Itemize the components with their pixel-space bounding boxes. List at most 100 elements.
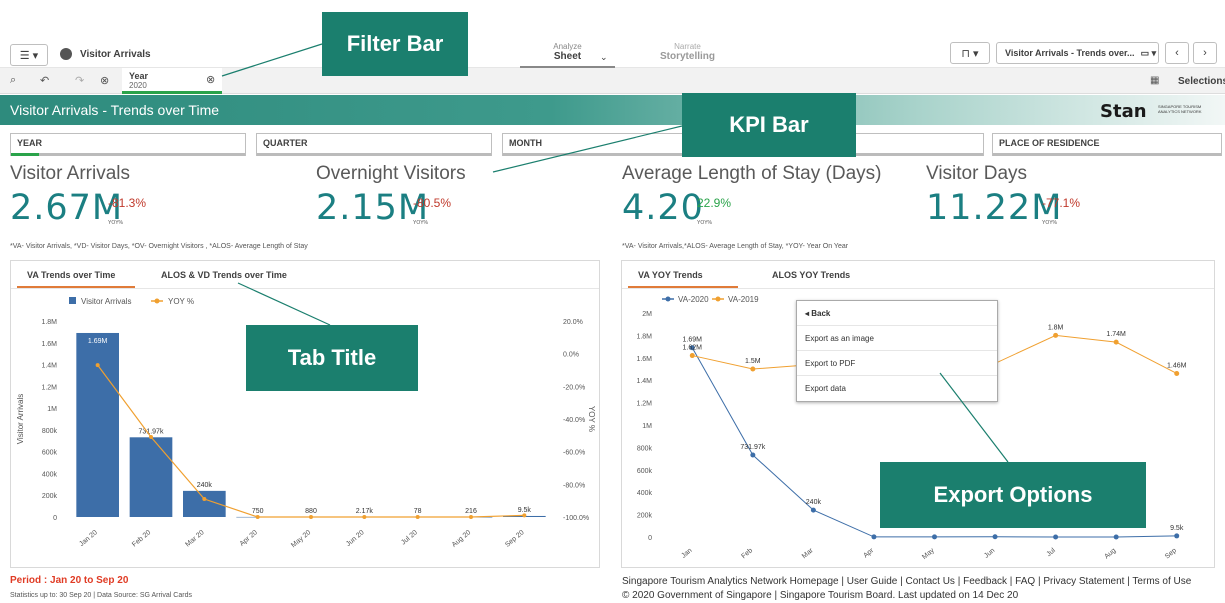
data-label: 9.5k: [1170, 525, 1184, 532]
menu-button[interactable]: ☰ ▾: [10, 44, 48, 66]
data-label: 240k: [806, 499, 822, 506]
y-tick-label: 1.8M: [41, 319, 57, 326]
smart-search-icon[interactable]: ⌕: [10, 74, 16, 87]
logo-subtitle: SINGAPORE TOURISM ANALYTICS NETWORK: [1158, 104, 1202, 114]
legend-label: VA-2019: [728, 295, 759, 304]
data-label: 2.17k: [356, 508, 374, 515]
y-tick-label: 600k: [637, 468, 653, 475]
filter-chip-year[interactable]: Year 2020 ⊗: [122, 68, 222, 94]
tab-va-trends[interactable]: VA Trends over Time: [17, 261, 135, 288]
x-tick-label: Apr 20: [239, 529, 259, 548]
menu-export-pdf[interactable]: Export to PDF: [797, 351, 997, 376]
legend-label: YOY %: [168, 297, 194, 306]
data-label: 731.97k: [139, 428, 164, 435]
kpi-yoy: YOY%: [413, 220, 429, 226]
callout-tab-title: Tab Title: [246, 325, 418, 391]
menu-back-item[interactable]: ◂ Back: [797, 301, 997, 326]
series-point: [1113, 534, 1119, 540]
period-label: Period : Jan 20 to Sep 20: [10, 575, 129, 586]
kpi-change: -81.3%: [108, 196, 147, 210]
filter-value: 2020: [129, 81, 147, 90]
y-tick-label: 1.6M: [636, 356, 652, 363]
yoy-point: [255, 515, 260, 519]
series-point: [750, 452, 756, 458]
yoy-point: [522, 513, 527, 518]
kpi-value: 4.20: [622, 188, 704, 228]
storytelling-label: Storytelling: [659, 51, 715, 62]
data-label: 78: [414, 508, 422, 515]
y2-axis-label: YOY %: [587, 406, 596, 432]
series-point: [1053, 332, 1059, 338]
legend-label: VA-2020: [678, 295, 709, 304]
yoy-point: [95, 363, 100, 368]
sheet-selector[interactable]: Visitor Arrivals - Trends over... ▭ ▾: [996, 42, 1159, 64]
series-point: [871, 534, 877, 540]
filter-bar: [993, 153, 1221, 156]
yoy-point: [309, 515, 313, 519]
close-icon[interactable]: ⊗: [206, 73, 215, 86]
y-tick-label: 1.4M: [636, 378, 652, 385]
footer-copyright: © 2020 Government of Singapore | Singapo…: [622, 590, 1019, 601]
tab-narrate-storytelling[interactable]: Narrate Storytelling: [640, 42, 735, 62]
next-sheet-button[interactable]: ›: [1193, 42, 1217, 64]
yoy-point: [149, 434, 153, 439]
bar: [76, 332, 119, 517]
hamburger-icon: ☰ ▾: [19, 49, 39, 62]
tab-alos-vd-trends[interactable]: ALOS & VD Trends over Time: [151, 261, 297, 288]
series-point: [1174, 533, 1180, 539]
y2-tick-label: 0.0%: [563, 352, 579, 359]
series-point: [750, 366, 756, 372]
y2-tick-label: -40.0%: [563, 417, 585, 424]
bookmark-button[interactable]: ⊓ ▾: [950, 42, 990, 64]
data-label: 216: [465, 508, 477, 515]
clear-selections-icon[interactable]: ⊗: [100, 74, 109, 87]
y-tick-label: 1.8M: [636, 333, 652, 340]
data-label: 1.5M: [745, 358, 761, 365]
sheet-grid-icon: ▭ ▾: [1140, 47, 1157, 58]
series-point: [689, 353, 695, 359]
menu-export-data[interactable]: Export data: [797, 376, 997, 401]
footer-links[interactable]: Singapore Tourism Analytics Network Home…: [622, 576, 1191, 587]
app-title: Visitor Arrivals: [80, 49, 151, 60]
filter-label: PLACE OF RESIDENCE: [999, 138, 1100, 148]
step-forward-icon[interactable]: ↷: [75, 74, 84, 87]
y-tick-label: 200k: [42, 493, 58, 500]
x-tick-label: Jun: [983, 547, 996, 560]
logo-text: Stan: [1100, 101, 1147, 122]
filter-quarter[interactable]: QUARTER: [256, 133, 492, 156]
callout-filter-bar: Filter Bar: [322, 12, 468, 76]
stan-logo: Stan: [1100, 101, 1147, 122]
filter-place-of-residence[interactable]: PLACE OF RESIDENCE: [992, 133, 1222, 156]
previous-sheet-button[interactable]: ‹: [1165, 42, 1189, 64]
kpi-title: Average Length of Stay (Days): [622, 163, 882, 184]
kpi-change: -80.5%: [413, 196, 452, 210]
y2-tick-label: -60.0%: [563, 450, 585, 457]
legend-marker: [715, 296, 721, 302]
filter-year[interactable]: YEAR: [10, 133, 246, 156]
tab-va-yoy-trends[interactable]: VA YOY Trends: [628, 261, 738, 288]
sheet-selector-label: Visitor Arrivals - Trends over...: [1005, 48, 1135, 58]
data-label: 1.74M: [1106, 331, 1126, 338]
sheet-banner: Visitor Arrivals - Trends over Time Stan…: [0, 95, 1225, 125]
step-back-icon[interactable]: ↶: [40, 74, 49, 87]
x-tick-label: May 20: [290, 529, 312, 549]
logo-sub2: ANALYTICS NETWORK: [1158, 109, 1202, 114]
x-tick-label: Aug 20: [451, 529, 473, 549]
y-tick-label: 800k: [637, 445, 653, 452]
abbreviation-note: *VA- Visitor Arrivals,*ALOS- Average Len…: [622, 243, 849, 250]
menu-export-image[interactable]: Export as an image: [797, 326, 997, 351]
tab-alos-yoy-trends[interactable]: ALOS YOY Trends: [762, 261, 860, 288]
y-tick-label: 400k: [42, 471, 58, 478]
x-tick-label: Jan 20: [78, 529, 99, 548]
kpi-title: Overnight Visitors: [316, 163, 466, 184]
abbreviation-note: *VA- Visitor Arrivals, *VD- Visitor Days…: [10, 243, 308, 250]
app-icon: [60, 48, 72, 60]
yoy-point: [469, 515, 473, 519]
stats-label: Statistics up to: 30 Sep 20 | Data Sourc…: [10, 592, 192, 599]
sheet-title: Visitor Arrivals - Trends over Time: [10, 102, 220, 118]
x-tick-label: Feb 20: [131, 529, 152, 548]
chevron-down-icon[interactable]: ⌄: [600, 52, 608, 63]
filter-label: QUARTER: [263, 138, 308, 148]
selections-button[interactable]: Selections: [1178, 76, 1225, 87]
kpi-yoy: YOY%: [1042, 220, 1058, 226]
